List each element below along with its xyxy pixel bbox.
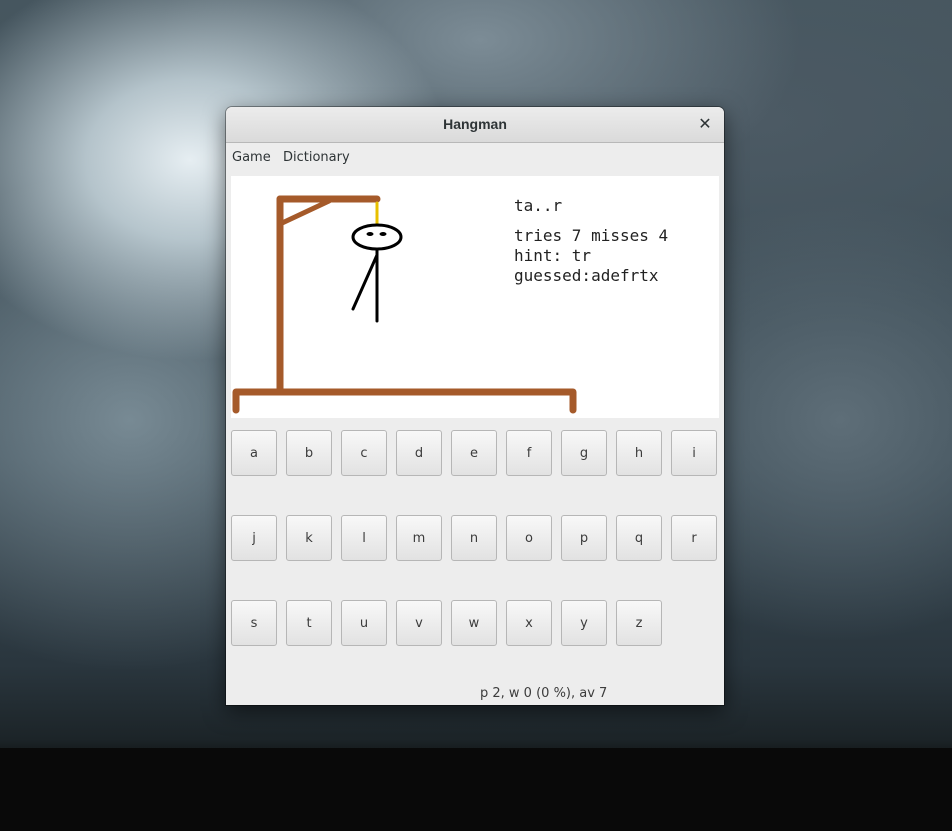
key-s[interactable]: s xyxy=(231,600,277,646)
key-e[interactable]: e xyxy=(451,430,497,476)
key-f[interactable]: f xyxy=(506,430,552,476)
key-y[interactable]: y xyxy=(561,600,607,646)
hint-text: hint: tr xyxy=(514,246,592,265)
key-x[interactable]: x xyxy=(506,600,552,646)
hangman-window: Hangman ✕ Game Dictionary ta..r tries 7 xyxy=(226,107,724,705)
key-g[interactable]: g xyxy=(561,430,607,476)
key-o[interactable]: o xyxy=(506,515,552,561)
key-n[interactable]: n xyxy=(451,515,497,561)
figure-head xyxy=(351,223,403,251)
close-button[interactable]: ✕ xyxy=(695,114,715,134)
game-canvas: ta..r tries 7 misses 4 hint: tr guessed:… xyxy=(231,176,719,418)
key-a[interactable]: a xyxy=(231,430,277,476)
key-h[interactable]: h xyxy=(616,430,662,476)
gallows-base xyxy=(232,388,577,414)
key-m[interactable]: m xyxy=(396,515,442,561)
tries-misses-text: tries 7 misses 4 xyxy=(514,226,669,245)
figure-right-eye xyxy=(379,232,387,236)
key-u[interactable]: u xyxy=(341,600,387,646)
key-d[interactable]: d xyxy=(396,430,442,476)
key-l[interactable]: l xyxy=(341,515,387,561)
close-icon: ✕ xyxy=(698,114,712,133)
menu-dictionary[interactable]: Dictionary xyxy=(283,150,350,165)
menu-game[interactable]: Game xyxy=(232,150,271,165)
hangman-drawing xyxy=(232,195,577,414)
key-p[interactable]: p xyxy=(561,515,607,561)
word-display: ta..r xyxy=(514,196,563,215)
figure-arm xyxy=(351,253,379,311)
key-v[interactable]: v xyxy=(396,600,442,646)
menu-bar: Game Dictionary xyxy=(226,143,724,175)
key-w[interactable]: w xyxy=(451,600,497,646)
key-i[interactable]: i xyxy=(671,430,717,476)
title-bar[interactable]: Hangman ✕ xyxy=(226,107,724,143)
guessed-text: guessed:adefrtx xyxy=(514,266,659,285)
desktop-ground xyxy=(0,748,952,831)
key-b[interactable]: b xyxy=(286,430,332,476)
status-bar-text: p 2, w 0 (0 %), av 7 xyxy=(480,686,608,701)
figure-left-eye xyxy=(366,232,374,236)
key-r[interactable]: r xyxy=(671,515,717,561)
key-c[interactable]: c xyxy=(341,430,387,476)
key-j[interactable]: j xyxy=(231,515,277,561)
key-z[interactable]: z xyxy=(616,600,662,646)
window-title: Hangman xyxy=(443,116,507,132)
key-t[interactable]: t xyxy=(286,600,332,646)
key-q[interactable]: q xyxy=(616,515,662,561)
key-k[interactable]: k xyxy=(286,515,332,561)
gallows-brace xyxy=(277,198,332,227)
